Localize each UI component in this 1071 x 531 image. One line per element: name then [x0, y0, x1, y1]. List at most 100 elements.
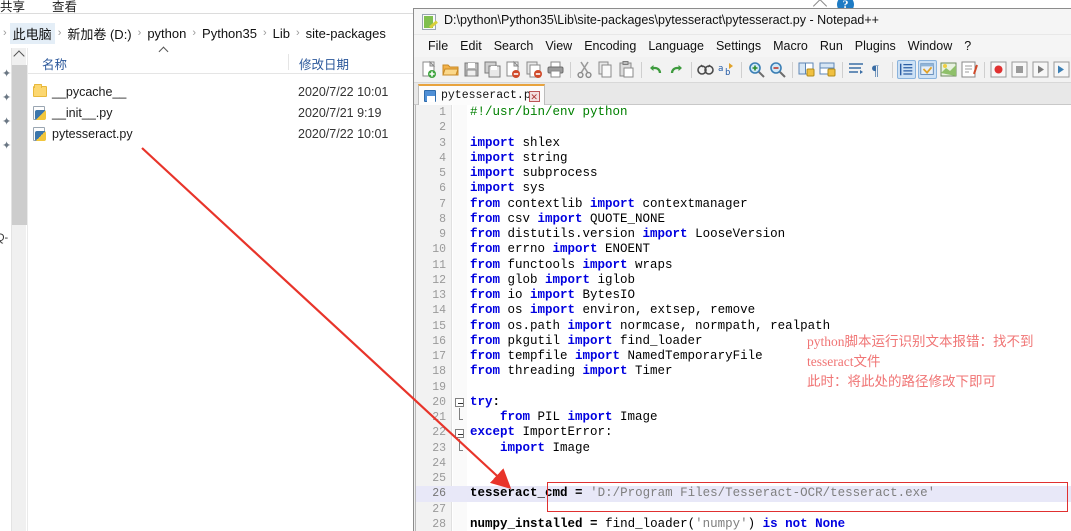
- function-list-icon[interactable]: [960, 60, 979, 79]
- play-macro-icon[interactable]: [1031, 60, 1050, 79]
- menu-item-language[interactable]: Language: [642, 37, 710, 55]
- menu-item-encoding[interactable]: Encoding: [578, 37, 642, 55]
- sync-horizontal-scroll-icon[interactable]: [818, 60, 837, 79]
- fold-collapse-icon-try[interactable]: [455, 398, 464, 407]
- code-line[interactable]: 13 from io import BytesIO: [416, 288, 1071, 303]
- breadcrumb-item-lib[interactable]: Lib: [270, 25, 293, 42]
- menu-item-help[interactable]: ?: [958, 37, 977, 55]
- line-number: 9: [439, 228, 446, 241]
- table-row[interactable]: __init__.py 2020/7/21 9:19: [28, 104, 418, 124]
- record-macro-icon[interactable]: [989, 60, 1008, 79]
- line-number: 26: [432, 487, 446, 501]
- code-line-text: from contextlib import contextmanager: [470, 197, 748, 212]
- table-row[interactable]: pytesseract.py 2020/7/22 10:01: [28, 125, 418, 145]
- line-number: 5: [439, 167, 446, 180]
- code-line[interactable]: 7 from contextlib import contextmanager: [416, 197, 1071, 212]
- code-line[interactable]: 12 from glob import iglob: [416, 273, 1071, 288]
- show-document-map-icon[interactable]: [939, 60, 958, 79]
- menu-item-window[interactable]: Window: [902, 37, 958, 55]
- open-file-icon[interactable]: [441, 60, 460, 79]
- code-line[interactable]: 14 from os import environ, extsep, remove: [416, 303, 1071, 318]
- folder-icon: [33, 84, 47, 97]
- code-line[interactable]: 23 import Image: [416, 441, 1071, 456]
- line-number: 14: [432, 304, 446, 318]
- print-icon[interactable]: [546, 60, 565, 79]
- tab-label: pytesseract.py: [441, 89, 538, 102]
- code-line[interactable]: 8 from csv import QUOTE_NONE: [416, 212, 1071, 227]
- breadcrumb-item-python[interactable]: python: [144, 25, 189, 42]
- breadcrumb-item-site-packages[interactable]: site-packages: [303, 25, 389, 42]
- code-token: import: [552, 242, 598, 257]
- save-all-icon[interactable]: [483, 60, 502, 79]
- column-header-name[interactable]: 名称: [42, 54, 67, 73]
- menu-item-search[interactable]: Search: [488, 37, 540, 55]
- tab-pytesseract-py[interactable]: pytesseract.py ✕: [418, 84, 545, 105]
- undo-icon[interactable]: [646, 60, 665, 79]
- code-editor[interactable]: 1 #!/usr/bin/env python 2 3 import shlex 4 imp…: [415, 105, 1071, 531]
- breadcrumb-item-this-pc[interactable]: 此电脑: [9, 22, 55, 44]
- zoom-out-icon[interactable]: [768, 60, 787, 79]
- code-text[interactable]: 1 #!/usr/bin/env python 2 3 import shlex 4 imp…: [416, 105, 1071, 531]
- code-line[interactable]: 2: [416, 120, 1071, 135]
- stop-macro-icon[interactable]: [1010, 60, 1029, 79]
- code-line-text: from threading import Timer: [470, 364, 673, 379]
- replace-icon[interactable]: ab: [717, 60, 736, 79]
- code-token: from: [470, 211, 501, 226]
- close-icon[interactable]: ✕: [528, 91, 540, 102]
- menu-item-file[interactable]: File: [422, 37, 454, 55]
- line-number: 23: [432, 441, 446, 455]
- run-macro-multiple-icon[interactable]: [1052, 60, 1071, 79]
- file-name: pytesseract.py: [52, 127, 133, 141]
- code-line[interactable]: 24: [416, 456, 1071, 471]
- show-all-characters-icon[interactable]: ¶: [868, 60, 887, 79]
- code-line[interactable]: 1 #!/usr/bin/env python: [416, 105, 1071, 120]
- column-header-date-modified[interactable]: 修改日期: [288, 54, 349, 72]
- annotation-text: python脚本运行识别文本报错：找不到tesseract文件 此时：将此处的路…: [807, 334, 1034, 389]
- code-line[interactable]: 6 import sys: [416, 181, 1071, 196]
- find-icon[interactable]: [696, 60, 715, 79]
- indent-guide-icon[interactable]: [896, 60, 916, 79]
- word-wrap-icon[interactable]: [847, 60, 866, 79]
- menu-item-run[interactable]: Run: [814, 37, 849, 55]
- redo-icon[interactable]: [667, 60, 686, 79]
- cut-icon[interactable]: [575, 60, 594, 79]
- code-line[interactable]: 26 tesseract_cmd = 'D:/Program Files/Tess…: [416, 486, 1071, 502]
- breadcrumb[interactable]: › 此电脑 › 新加卷 (D:) › python › Python35 › L…: [0, 22, 430, 44]
- close-file-icon[interactable]: [504, 60, 523, 79]
- menu-item-settings[interactable]: Settings: [710, 37, 767, 55]
- menu-item-macro[interactable]: Macro: [767, 37, 814, 55]
- code-line[interactable]: 27: [416, 502, 1071, 517]
- menu-item-view[interactable]: View: [539, 37, 578, 55]
- code-line[interactable]: 9 from distutils.version import LooseVers…: [416, 227, 1071, 242]
- code-line[interactable]: 3 import shlex: [416, 136, 1071, 151]
- copy-icon[interactable]: [596, 60, 615, 79]
- table-row[interactable]: __pycache__ 2020/7/22 10:01: [28, 83, 418, 103]
- breadcrumb-item-python35[interactable]: Python35: [199, 25, 260, 42]
- zoom-in-icon[interactable]: [747, 60, 766, 79]
- code-line[interactable]: 5 import subprocess: [416, 166, 1071, 181]
- code-line[interactable]: 4 import string: [416, 151, 1071, 166]
- code-line[interactable]: 11 from functools import wraps: [416, 258, 1071, 273]
- close-all-files-icon[interactable]: [525, 60, 544, 79]
- save-icon[interactable]: [462, 60, 481, 79]
- code-line[interactable]: 21 from PIL import Image: [416, 410, 1071, 425]
- scroll-up-arrow-icon[interactable]: [13, 50, 25, 62]
- code-token: from: [470, 349, 501, 363]
- code-line[interactable]: 25: [416, 471, 1071, 486]
- navigation-pane-scrollbar[interactable]: [11, 48, 27, 531]
- new-file-icon[interactable]: [420, 60, 439, 79]
- breadcrumb-item-drive-d[interactable]: 新加卷 (D:): [64, 23, 134, 44]
- scrollbar-thumb[interactable]: [12, 65, 27, 225]
- user-defined-dialog-icon[interactable]: [917, 60, 937, 79]
- code-line[interactable]: 22 except ImportError:: [416, 425, 1071, 440]
- code-line[interactable]: 28 numpy_installed = find_loader('numpy')…: [416, 517, 1071, 531]
- paste-icon[interactable]: [617, 60, 636, 79]
- menu-item-plugins[interactable]: Plugins: [849, 37, 902, 55]
- code-line[interactable]: 10 from errno import ENOENT: [416, 242, 1071, 257]
- fold-line-try: [459, 408, 463, 420]
- code-token: import: [545, 272, 591, 287]
- code-line[interactable]: 20 try:: [416, 395, 1071, 410]
- sync-vertical-scroll-icon[interactable]: [797, 60, 816, 79]
- menu-item-edit[interactable]: Edit: [454, 37, 488, 55]
- fold-collapse-icon-except[interactable]: [455, 429, 464, 438]
